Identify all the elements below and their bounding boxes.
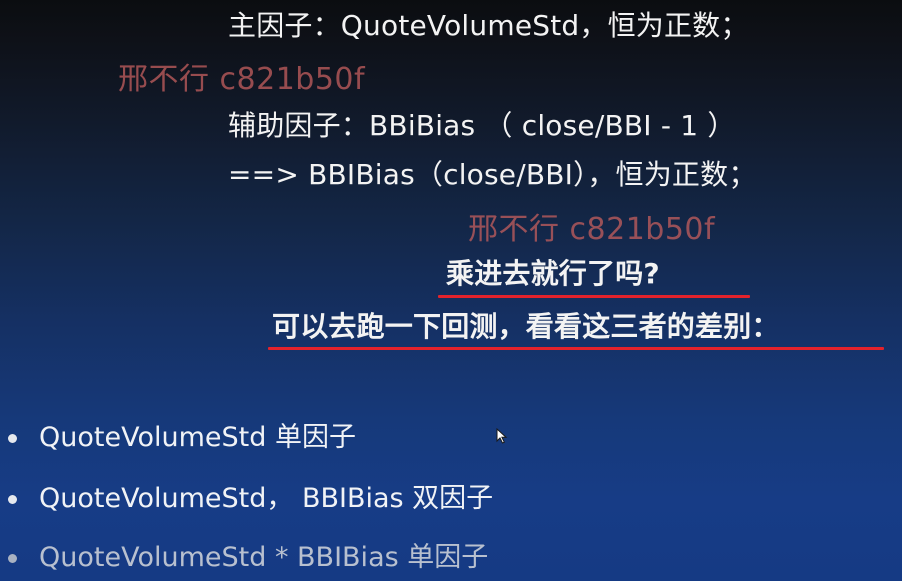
backtest-underline (268, 347, 884, 350)
bullet-dot-icon (8, 494, 17, 504)
bullet-text: QuoteVolumeStd * BBIBias 单因子 (39, 542, 489, 573)
bullet-dot-icon (8, 433, 17, 443)
arrow-line: ==> BBIBias（close/BBI），恒为正数； (228, 158, 757, 191)
bullet-item: QuoteVolumeStd 单因子 (8, 421, 356, 455)
watermark-middle: 邢不行 c821b50f (468, 212, 716, 247)
bullet-dot-icon (8, 553, 17, 563)
mouse-pointer-icon (496, 428, 508, 444)
question-underline (438, 295, 750, 298)
bullet-text: QuoteVolumeStd 单因子 (39, 422, 356, 453)
backtest-line: 可以去跑一下回测，看看这三者的差别： (272, 310, 780, 343)
bullet-item: QuoteVolumeStd， BBIBias 双因子 (8, 482, 493, 516)
slide-canvas: 主因子：QuoteVolumeStd，恒为正数； 邢不行 c821b50f 辅助… (0, 0, 902, 581)
question-line: 乘进去就行了吗? (446, 257, 660, 290)
main-factor-line: 主因子：QuoteVolumeStd，恒为正数； (228, 9, 749, 42)
bullet-text: QuoteVolumeStd， BBIBias 双因子 (39, 483, 494, 514)
aux-factor-line: 辅助因子：BBiBias （ close/BBI - 1 ） (228, 109, 736, 142)
bullet-item: QuoteVolumeStd * BBIBias 单因子 (8, 541, 488, 575)
watermark-top: 邢不行 c821b50f (118, 62, 366, 97)
